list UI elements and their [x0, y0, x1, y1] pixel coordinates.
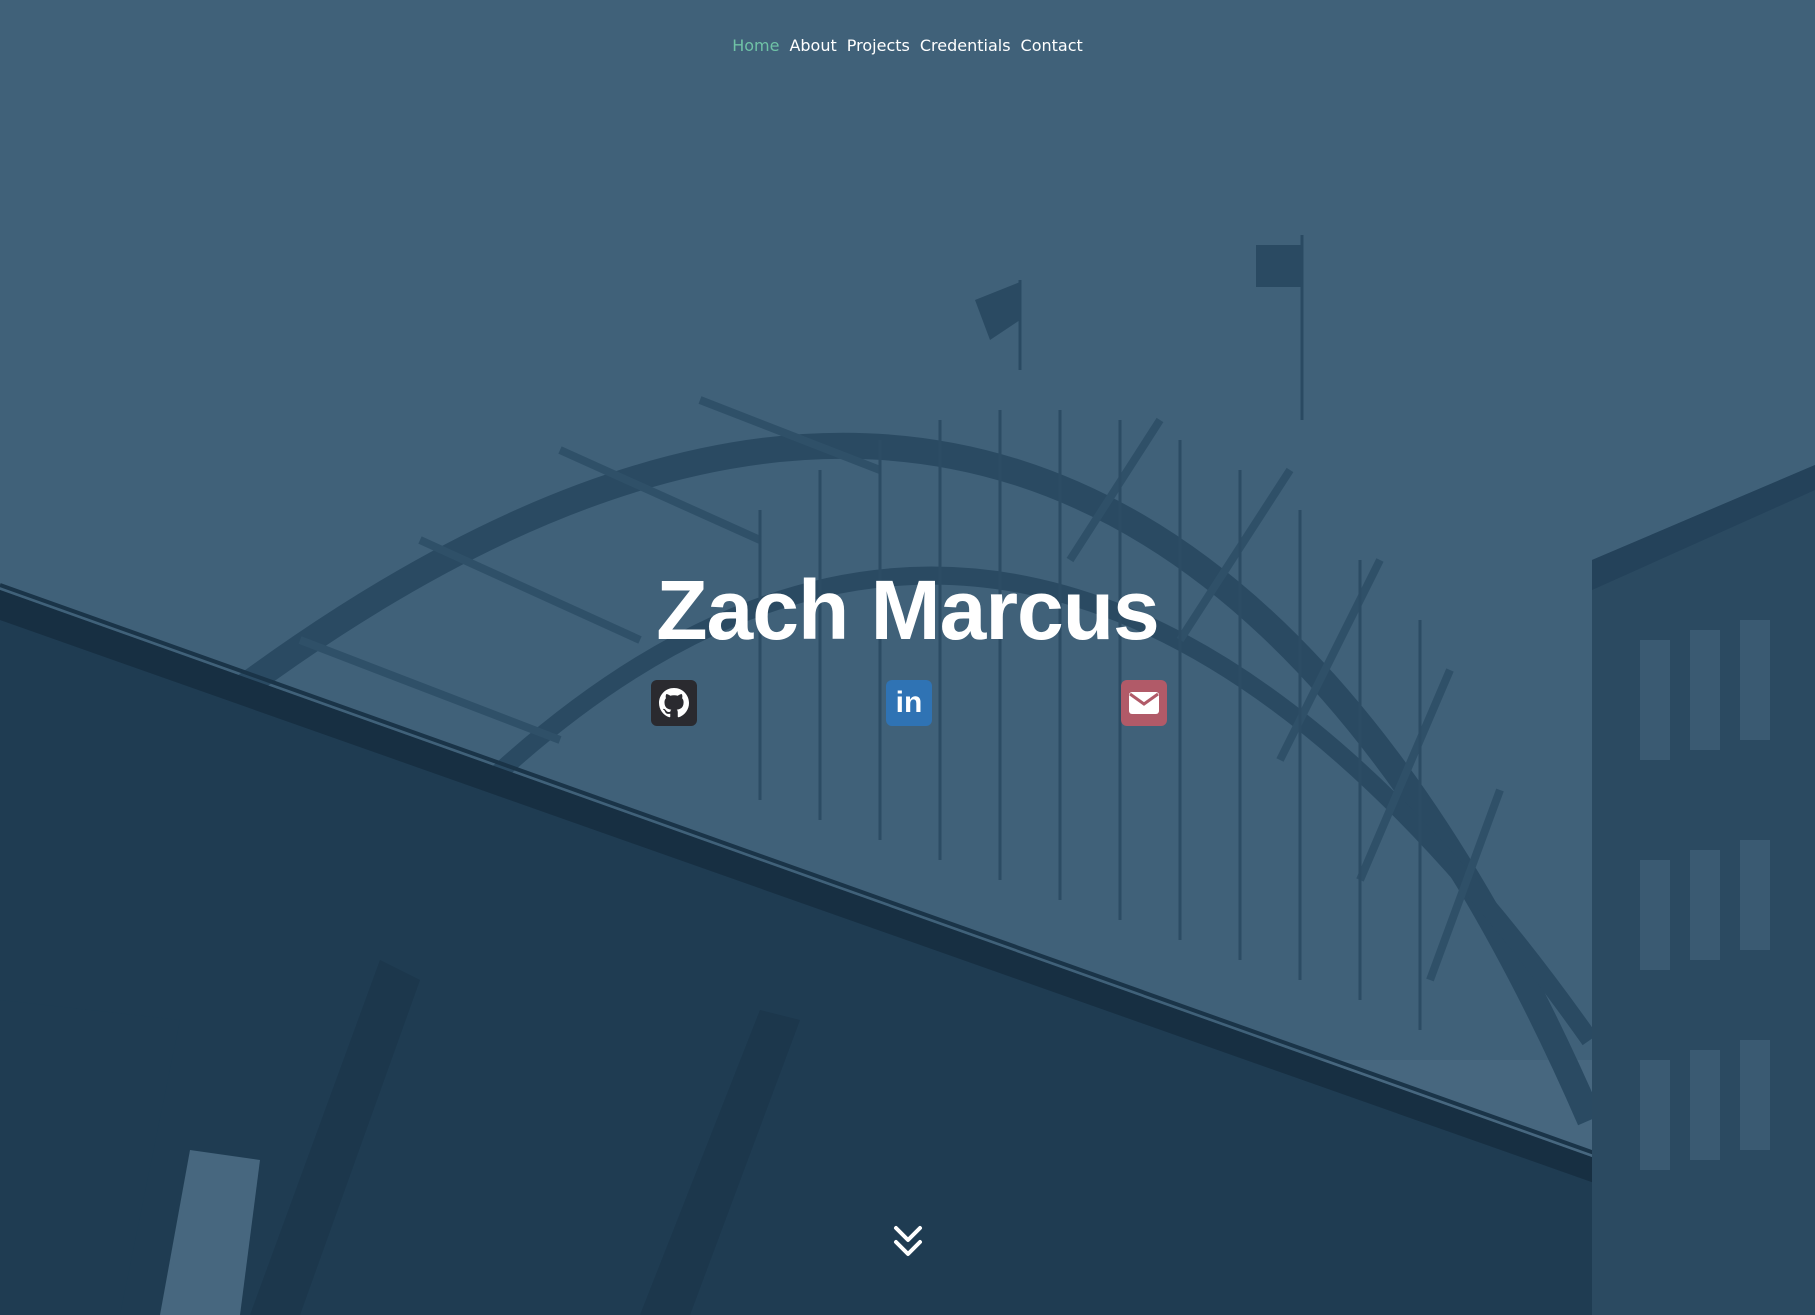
nav-contact[interactable]: Contact [1021, 36, 1083, 55]
nav-projects[interactable]: Projects [847, 36, 910, 55]
envelope-icon [1129, 692, 1159, 714]
email-button[interactable] [1121, 680, 1167, 726]
hero-section: Home About Projects Credentials Contact … [0, 0, 1815, 1315]
nav-about[interactable]: About [789, 36, 836, 55]
github-icon [659, 688, 689, 718]
github-button[interactable] [651, 680, 697, 726]
nav-home[interactable]: Home [732, 36, 779, 55]
linkedin-button[interactable]: in [886, 680, 932, 726]
hero-title: Zach Marcus [656, 563, 1160, 657]
main-nav: Home About Projects Credentials Contact [0, 36, 1815, 55]
linkedin-icon: in [895, 686, 923, 719]
nav-credentials[interactable]: Credentials [920, 36, 1011, 55]
double-chevron-down-icon[interactable] [892, 1224, 924, 1260]
